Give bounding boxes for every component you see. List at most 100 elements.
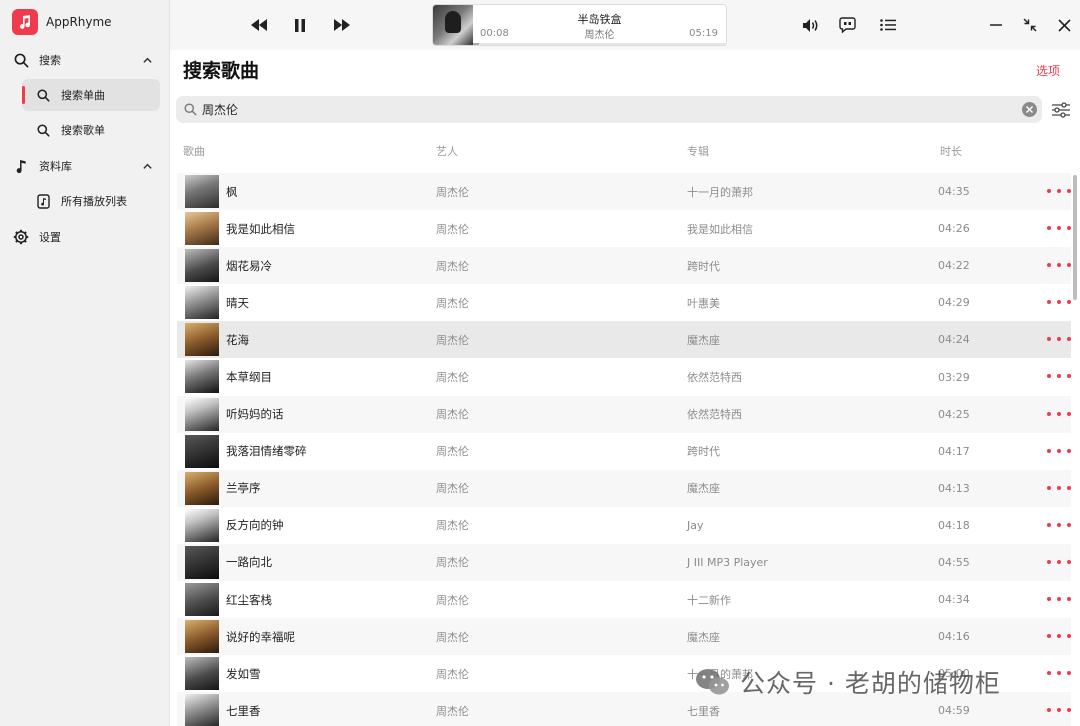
sidebar-item-library[interactable]: 资料库 xyxy=(12,150,160,182)
more-options-icon[interactable] xyxy=(1047,594,1071,604)
song-artist[interactable]: 周杰伦 xyxy=(436,369,469,385)
queue-button[interactable] xyxy=(876,13,900,37)
song-album[interactable]: 魔杰座 xyxy=(687,332,720,348)
sidebar-item-label: 所有播放列表 xyxy=(61,195,127,208)
song-artist[interactable]: 周杰伦 xyxy=(436,666,469,682)
close-icon xyxy=(1026,106,1033,113)
clear-search-button[interactable] xyxy=(1022,102,1037,117)
song-album[interactable]: 依然范特西 xyxy=(687,369,742,385)
progress-bar[interactable] xyxy=(473,43,726,45)
more-options-icon[interactable] xyxy=(1047,260,1071,270)
more-options-icon[interactable] xyxy=(1047,557,1071,567)
player-bar: 半岛铁盒 周杰伦 00:08 05:19 xyxy=(170,0,1080,50)
song-artist[interactable]: 周杰伦 xyxy=(436,554,469,570)
sidebar-item-all-playlists[interactable]: 所有播放列表 xyxy=(22,185,160,217)
song-artist[interactable]: 周杰伦 xyxy=(436,406,469,422)
table-row[interactable]: 花海 周杰伦 魔杰座 04:24 xyxy=(177,321,1071,359)
column-header-duration[interactable]: 时长 xyxy=(940,143,962,159)
table-row[interactable]: 说好的幸福呢 周杰伦 魔杰座 04:16 xyxy=(177,618,1071,656)
album-art xyxy=(185,323,219,357)
song-album[interactable]: 七里香 xyxy=(687,703,720,719)
table-row[interactable]: 枫 周杰伦 十一月的萧邦 04:35 xyxy=(177,173,1071,211)
song-title: 枫 xyxy=(226,184,238,199)
gear-icon xyxy=(12,228,30,246)
more-options-icon[interactable] xyxy=(1047,371,1071,381)
song-artist[interactable]: 周杰伦 xyxy=(436,517,469,533)
table-row[interactable]: 听妈妈的话 周杰伦 依然范特西 04:25 xyxy=(177,395,1071,433)
pause-icon xyxy=(295,18,305,32)
song-album[interactable]: 跨时代 xyxy=(687,258,720,274)
options-button[interactable]: 选项 xyxy=(1036,62,1060,79)
song-album[interactable]: 跨时代 xyxy=(687,443,720,459)
more-options-icon[interactable] xyxy=(1047,297,1071,307)
song-artist[interactable]: 周杰伦 xyxy=(436,258,469,274)
minimize-button[interactable] xyxy=(984,13,1008,37)
previous-button[interactable] xyxy=(247,13,271,37)
table-row[interactable]: 红尘客栈 周杰伦 十二新作 04:34 xyxy=(177,581,1071,618)
table-row[interactable]: 一路向北 周杰伦 J III MP3 Player 04:55 xyxy=(177,543,1071,582)
more-options-icon[interactable] xyxy=(1047,631,1071,641)
search-icon xyxy=(182,102,198,118)
song-artist[interactable]: 周杰伦 xyxy=(436,443,469,459)
more-options-icon[interactable] xyxy=(1047,334,1071,344)
next-button[interactable] xyxy=(330,13,354,37)
song-album[interactable]: 十二新作 xyxy=(687,592,731,608)
search-input[interactable] xyxy=(202,102,1002,117)
song-album[interactable]: 叶惠美 xyxy=(687,295,720,311)
song-artist[interactable]: 周杰伦 xyxy=(436,184,469,200)
page-title: 搜索歌曲 xyxy=(183,60,260,82)
table-row[interactable]: 反方向的钟 周杰伦 Jay 04:18 xyxy=(177,507,1071,544)
table-row[interactable]: 晴天 周杰伦 叶惠美 04:29 xyxy=(177,284,1071,321)
song-artist[interactable]: 周杰伦 xyxy=(436,703,469,719)
table-row[interactable]: 兰亭序 周杰伦 魔杰座 04:13 xyxy=(177,469,1071,507)
song-album[interactable]: 十一月的萧邦 xyxy=(687,184,753,200)
more-options-icon[interactable] xyxy=(1047,446,1071,456)
song-artist[interactable]: 周杰伦 xyxy=(436,221,469,237)
pause-button[interactable] xyxy=(288,13,312,37)
song-title: 一路向北 xyxy=(226,555,272,570)
table-row[interactable]: 本草纲目 周杰伦 依然范特西 03:29 xyxy=(177,358,1071,395)
sidebar-item-settings[interactable]: 设置 xyxy=(12,221,160,253)
more-options-icon[interactable] xyxy=(1047,668,1071,678)
song-album[interactable]: 我是如此相信 xyxy=(687,221,753,237)
current-time: 00:08 xyxy=(480,28,509,39)
table-row[interactable]: 我落泪情绪零碎 周杰伦 跨时代 04:17 xyxy=(177,433,1071,470)
sidebar-item-search-songs[interactable]: 搜索单曲 xyxy=(22,79,160,111)
now-playing-card[interactable]: 半岛铁盒 周杰伦 00:08 05:19 xyxy=(432,4,727,46)
restore-button[interactable] xyxy=(1018,13,1042,37)
chevron-up-icon[interactable] xyxy=(140,53,154,67)
song-album[interactable]: Jay xyxy=(687,519,704,532)
rewind-icon xyxy=(251,19,267,31)
sidebar-item-search-playlists[interactable]: 搜索歌单 xyxy=(22,114,160,146)
song-album[interactable]: J III MP3 Player xyxy=(687,556,768,569)
song-artist[interactable]: 周杰伦 xyxy=(436,592,469,608)
column-header-artist[interactable]: 艺人 xyxy=(436,143,458,159)
chevron-up-icon[interactable] xyxy=(140,159,154,173)
song-artist[interactable]: 周杰伦 xyxy=(436,480,469,496)
song-album[interactable]: 依然范特西 xyxy=(687,406,742,422)
song-artist[interactable]: 周杰伦 xyxy=(436,332,469,348)
song-album[interactable]: 魔杰座 xyxy=(687,629,720,645)
sidebar-item-label: 设置 xyxy=(39,231,61,244)
more-options-icon[interactable] xyxy=(1047,409,1071,419)
column-header-song[interactable]: 歌曲 xyxy=(183,143,205,159)
column-header-album[interactable]: 专辑 xyxy=(687,143,709,159)
more-options-icon[interactable] xyxy=(1047,186,1071,196)
more-options-icon[interactable] xyxy=(1047,483,1071,493)
song-album[interactable]: 魔杰座 xyxy=(687,480,720,496)
table-row[interactable]: 烟花易冷 周杰伦 跨时代 04:22 xyxy=(177,247,1071,285)
scrollbar[interactable] xyxy=(1073,175,1077,300)
volume-button[interactable] xyxy=(799,13,823,37)
lyrics-button[interactable] xyxy=(835,13,859,37)
song-artist[interactable]: 周杰伦 xyxy=(436,629,469,645)
sidebar-item-search[interactable]: 搜索 xyxy=(12,44,160,76)
more-options-icon[interactable] xyxy=(1047,223,1071,233)
filter-button[interactable] xyxy=(1050,99,1072,121)
more-options-icon[interactable] xyxy=(1047,520,1071,530)
more-options-icon[interactable] xyxy=(1047,705,1071,715)
song-title: 说好的幸福呢 xyxy=(226,629,295,644)
table-row[interactable]: 我是如此相信 周杰伦 我是如此相信 04:26 xyxy=(177,210,1071,247)
sidebar: AppRhyme 搜索 搜索单曲 搜索歌单 资料库 所有播放列表 设置 xyxy=(0,0,170,726)
song-artist[interactable]: 周杰伦 xyxy=(436,295,469,311)
close-button[interactable] xyxy=(1052,13,1076,37)
